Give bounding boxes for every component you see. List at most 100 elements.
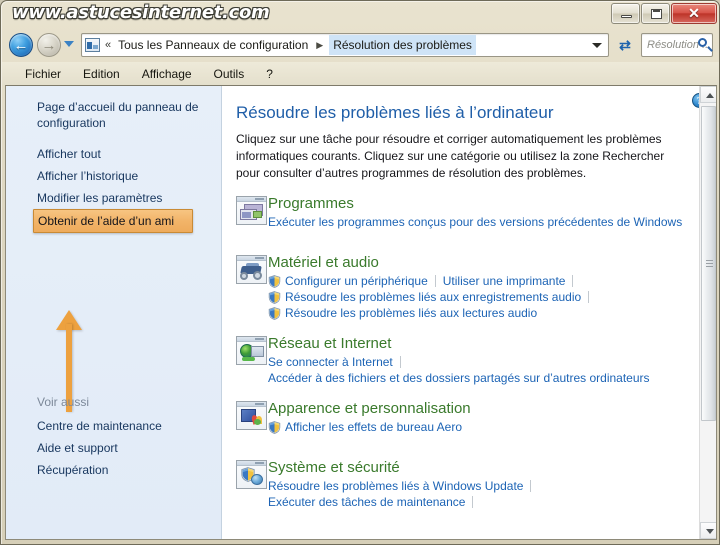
sidebar-item-afficher-tout[interactable]: Afficher tout [6,143,221,165]
task-link[interactable]: Afficher les effets de bureau Aero [285,419,462,435]
category-section: Matériel et audio Configurer un périphéri… [222,253,716,321]
category-links: Afficher les effets de bureau Aero [268,419,716,435]
category-links: Exécuter les programmes conçus pour des … [268,214,716,230]
link-row: Configurer un périphérique Utiliser une i… [268,273,716,289]
search-box[interactable]: Résolution ... [641,33,713,57]
task-link[interactable]: Résoudre les problèmes liés à Windows Up… [268,478,523,494]
sidebar-item-aide-support[interactable]: Aide et support [6,437,221,459]
window-controls: ✕ [610,3,717,24]
maximize-button[interactable] [641,3,670,24]
link-row: Se connecter à Internet [268,354,716,370]
breadcrumb-item-all-control-panel[interactable]: Tous les Panneaux de configuration [116,36,310,54]
link-row: Exécuter les programmes conçus pour des … [268,214,716,230]
control-panel-icon [85,38,100,52]
breadcrumb-item-troubleshooting[interactable]: Résolution des problèmes [329,35,476,55]
forward-arrow-icon: → [41,37,57,54]
task-link[interactable]: Se connecter à Internet [268,354,393,370]
refresh-button[interactable]: ⇄ [613,33,637,57]
category-section: Programmes Exécuter les programmes conçus… [222,194,716,240]
category-section: Système et sécurité Résoudre les problème… [222,458,716,510]
close-icon: ✕ [688,5,700,21]
link-row: Afficher les effets de bureau Aero [268,419,716,435]
back-button[interactable]: ← [9,33,33,57]
task-link[interactable]: Exécuter des tâches de maintenance [268,494,465,510]
refresh-icon: ⇄ [619,37,631,53]
category-section: Réseau et Internet Se connecter à Interne… [222,334,716,386]
menu-item-outils[interactable]: Outils [205,65,254,83]
scroll-down-button[interactable] [700,522,716,539]
category-body: Réseau et Internet Se connecter à Interne… [268,334,716,386]
address-bar[interactable]: « Tous les Panneaux de configuration ▶ R… [81,33,609,57]
page-title: Résoudre les problèmes liés à l’ordinate… [236,103,554,122]
category-links: Configurer un périphérique Utiliser une i… [268,273,716,321]
uac-shield-icon [268,420,281,434]
category-title-link[interactable]: Matériel et audio [268,253,379,272]
site-watermark: www.astucesinternet.com [12,2,270,23]
menu-item-fichier[interactable]: Fichier [16,65,70,83]
category-section: Apparence et personnalisation Afficher le… [222,399,716,445]
page-intro-text: Cliquez sur une tâche pour résoudre et c… [236,132,665,180]
link-separator [434,275,436,287]
programs-icon [236,196,267,225]
hardware-audio-icon [236,255,267,284]
link-row: Résoudre les problèmes liés aux enregist… [268,289,716,305]
address-chevron-down-icon[interactable] [592,42,602,48]
sidebar: Page d’accueil du panneau de configurati… [6,86,222,539]
category-links: Résoudre les problèmes liés à Windows Up… [268,478,716,510]
task-link[interactable]: Utiliser une imprimante [443,273,566,289]
search-icon [698,38,707,47]
link-row: Exécuter des tâches de maintenance [268,494,716,510]
chevron-up-icon [706,93,714,98]
uac-shield-icon [268,290,281,304]
task-link[interactable]: Résoudre les problèmes liés aux lectures… [285,305,537,321]
category-title-link[interactable]: Apparence et personnalisation [268,399,471,418]
sidebar-item-recuperation[interactable]: Récupération [6,459,221,481]
category-body: Programmes Exécuter les programmes conçus… [268,194,716,230]
network-internet-icon [236,336,267,365]
control-panel-window: www.astucesinternet.com ✕ ← → « Tous les… [0,0,720,545]
sidebar-item-aide-ami[interactable]: Obtenir de l’aide d’un ami [33,209,193,233]
close-button[interactable]: ✕ [671,3,717,24]
main-content: ? Résoudre les problèmes liés à l’ordina… [222,86,716,539]
category-title-link[interactable]: Système et sécurité [268,458,400,477]
scrollbar-thumb[interactable] [701,106,716,421]
link-row: Résoudre les problèmes liés à Windows Up… [268,478,716,494]
address-toolbar: ← → « Tous les Panneaux de configuration… [1,30,719,61]
appearance-icon [236,401,267,430]
title-bar: www.astucesinternet.com ✕ [1,1,719,29]
scrollbar-grip-icon [706,259,713,269]
category-title-link[interactable]: Réseau et Internet [268,334,391,353]
link-separator [530,480,532,492]
sidebar-item-historique[interactable]: Afficher l’historique [6,165,221,187]
breadcrumb-separator-icon[interactable]: ▶ [316,40,323,51]
link-separator [399,356,401,368]
task-link[interactable]: Configurer un périphérique [285,273,428,289]
link-separator [572,275,574,287]
link-row: Accéder à des fichiers et des dossiers p… [268,370,716,386]
vertical-scrollbar[interactable] [699,86,716,539]
minimize-icon [621,15,632,18]
category-title-link[interactable]: Programmes [268,194,354,213]
minimize-button[interactable] [611,3,640,24]
menu-item-edition[interactable]: Edition [74,65,129,83]
breadcrumb-overflow-icon[interactable]: « [105,39,111,51]
link-separator [472,496,474,508]
task-link[interactable]: Exécuter les programmes conçus pour des … [268,214,682,230]
task-link[interactable]: Accéder à des fichiers et des dossiers p… [268,370,650,386]
chevron-down-icon [706,529,714,534]
menu-item-help[interactable]: ? [257,65,282,83]
history-dropdown-icon[interactable] [64,41,74,47]
task-link[interactable]: Résoudre les problèmes liés aux enregist… [285,289,581,305]
back-arrow-icon: ← [13,37,29,54]
sidebar-item-centre-maintenance[interactable]: Centre de maintenance [6,415,221,437]
sidebar-item-parametres[interactable]: Modifier les paramètres [6,187,221,209]
menu-item-affichage[interactable]: Affichage [133,65,201,83]
uac-shield-icon [268,274,281,288]
scroll-up-button[interactable] [700,86,716,103]
client-area: Page d’accueil du panneau de configurati… [5,85,717,540]
system-security-icon [236,460,267,489]
category-body: Matériel et audio Configurer un périphéri… [268,253,716,321]
sidebar-item-home[interactable]: Page d’accueil du panneau de configurati… [6,96,221,133]
forward-button[interactable]: → [37,33,61,57]
